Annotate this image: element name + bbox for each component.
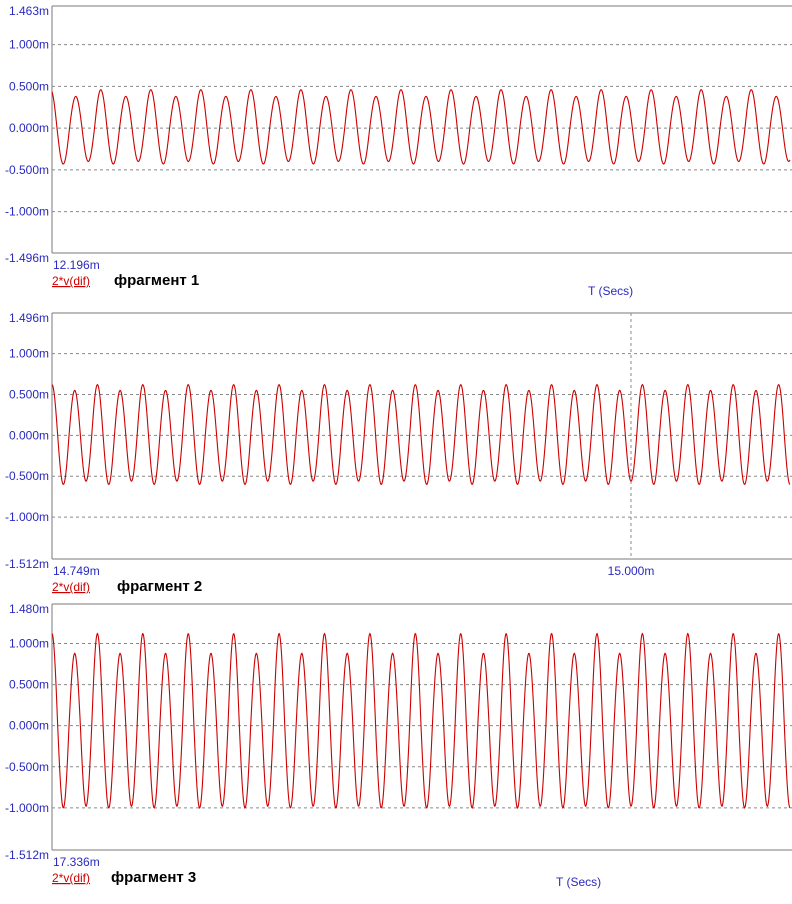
waveform-trace — [51, 632, 791, 809]
y-tick-label: 0.500m — [9, 387, 49, 401]
y-tick-label: 0.000m — [9, 121, 49, 135]
waveform-trace — [51, 89, 791, 165]
x-start-label: 17.336m — [53, 855, 100, 869]
y-tick-label: -0.500m — [5, 163, 49, 177]
y-tick-label: -1.000m — [5, 801, 49, 815]
y-tick-label: 1.000m — [9, 347, 49, 361]
y-tick-label: 1.000m — [9, 38, 49, 52]
trace-legend-label[interactable]: 2*v(dif) — [52, 274, 90, 288]
y-max-label: 1.480m — [9, 602, 49, 616]
y-tick-label: 0.000m — [9, 428, 49, 442]
fragment-title: фрагмент 3 — [111, 869, 196, 886]
trace-legend-label[interactable]: 2*v(dif) — [52, 871, 90, 885]
y-tick-label: 1.000m — [9, 636, 49, 650]
y-tick-label: -0.500m — [5, 760, 49, 774]
y-tick-label: -0.500m — [5, 469, 49, 483]
y-max-label: 1.496m — [9, 311, 49, 325]
x-start-label: 12.196m — [53, 258, 100, 272]
x-axis-title: T (Secs) — [588, 284, 633, 298]
x-start-label: 14.749m — [53, 564, 100, 578]
y-tick-label: 0.500m — [9, 678, 49, 692]
fragment-title: фрагмент 1 — [114, 272, 199, 289]
y-max-label: 1.463m — [9, 4, 49, 18]
trace-legend-label[interactable]: 2*v(dif) — [52, 580, 90, 594]
waveform-plots: 1.463m -1.496m 1.000m 0.500m 0.000m -0.500m -1… — [5, 4, 792, 889]
y-min-label: -1.496m — [5, 251, 49, 265]
waveform-trace — [51, 383, 791, 486]
y-min-label: -1.512m — [5, 848, 49, 862]
y-tick-label: 0.500m — [9, 79, 49, 93]
y-min-label: -1.512m — [5, 557, 49, 571]
y-tick-label: 0.000m — [9, 719, 49, 733]
x-marker-label: 15.000m — [608, 564, 655, 578]
y-tick-label: -1.000m — [5, 205, 49, 219]
fragment-title: фрагмент 2 — [117, 578, 202, 595]
y-tick-label: -1.000m — [5, 510, 49, 524]
x-axis-title: T (Secs) — [556, 875, 601, 889]
